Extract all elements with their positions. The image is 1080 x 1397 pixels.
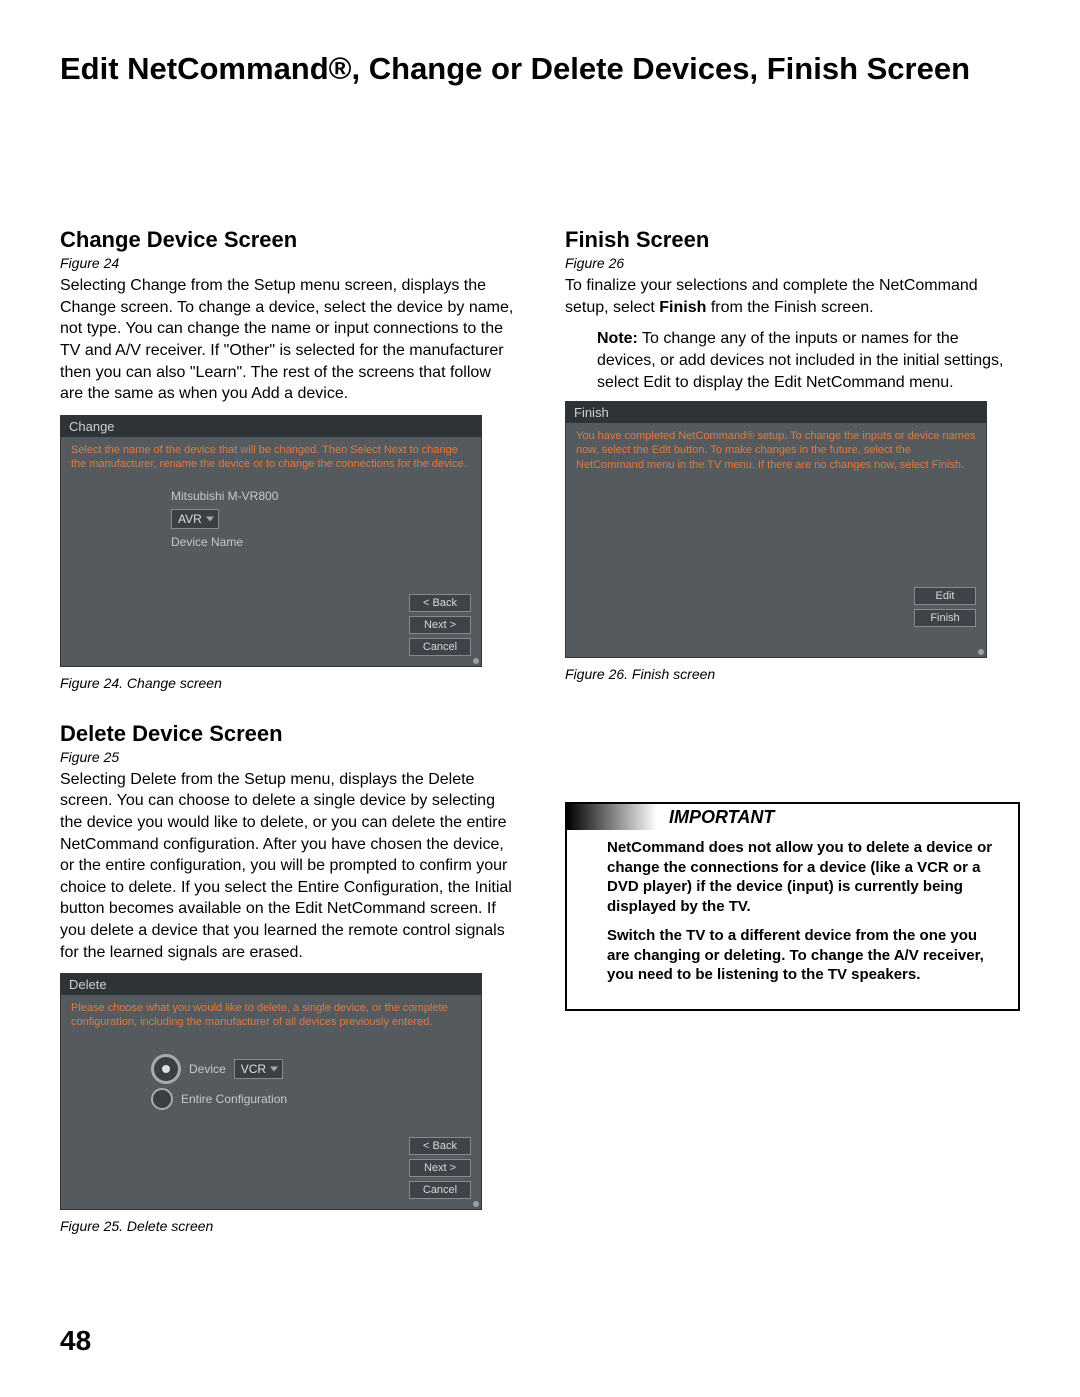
- radio-device[interactable]: [151, 1054, 181, 1084]
- finish-body: To finalize your selections and complete…: [565, 275, 1020, 318]
- change-cancel-button[interactable]: Cancel: [409, 638, 471, 656]
- change-shot-row1: Mitsubishi M-VR800: [171, 489, 471, 503]
- change-shot-row2: Device Name: [171, 535, 471, 549]
- delete-back-button[interactable]: < Back: [409, 1137, 471, 1155]
- change-screenshot: Change Select the name of the device tha…: [60, 415, 482, 667]
- left-column: Change Device Screen Figure 24 Selecting…: [60, 227, 515, 1264]
- page-number: 48: [60, 1325, 91, 1357]
- finish-caption: Figure 26. Finish screen: [565, 666, 1020, 682]
- device-option-label: Device: [189, 1062, 226, 1076]
- important-gradient: [567, 804, 657, 830]
- delete-caption: Figure 25. Delete screen: [60, 1218, 515, 1234]
- finish-shot-title: Finish: [566, 402, 986, 423]
- radio-entire-config[interactable]: [151, 1088, 173, 1110]
- important-p2: Switch the TV to a different device from…: [607, 926, 1002, 985]
- delete-fig-ref: Figure 25: [60, 749, 515, 765]
- delete-next-button[interactable]: Next >: [409, 1159, 471, 1177]
- change-shot-instr: Select the name of the device that will …: [71, 443, 471, 472]
- finish-fig-ref: Figure 26: [565, 255, 1020, 271]
- delete-shot-title: Delete: [61, 974, 481, 995]
- change-body: Selecting Change from the Setup menu scr…: [60, 275, 515, 405]
- important-p1: NetCommand does not allow you to delete …: [607, 838, 1002, 916]
- finish-screenshot: Finish You have completed NetCommand® se…: [565, 401, 987, 658]
- important-box: IMPORTANT NetCommand does not allow you …: [565, 802, 1020, 1011]
- delete-heading: Delete Device Screen: [60, 721, 515, 747]
- change-fig-ref: Figure 24: [60, 255, 515, 271]
- important-title: IMPORTANT: [657, 807, 774, 828]
- finish-shot-instr: You have completed NetCommand® setup. To…: [576, 429, 976, 472]
- finish-finish-button[interactable]: Finish: [914, 609, 976, 627]
- finish-heading: Finish Screen: [565, 227, 1020, 253]
- delete-body: Selecting Delete from the Setup menu, di…: [60, 769, 515, 963]
- right-column: Finish Screen Figure 26 To finalize your…: [565, 227, 1020, 1264]
- delete-screenshot: Delete Please choose what you would like…: [60, 973, 482, 1210]
- delete-cancel-button[interactable]: Cancel: [409, 1181, 471, 1199]
- change-caption: Figure 24. Change screen: [60, 675, 515, 691]
- delete-shot-instr: Please choose what you would like to del…: [71, 1001, 471, 1030]
- change-heading: Change Device Screen: [60, 227, 515, 253]
- change-back-button[interactable]: < Back: [409, 594, 471, 612]
- finish-edit-button[interactable]: Edit: [914, 587, 976, 605]
- device-option-dropdown[interactable]: VCR: [234, 1059, 283, 1079]
- finish-note: Note: To change any of the inputs or nam…: [597, 328, 1020, 393]
- entire-config-label: Entire Configuration: [181, 1092, 287, 1106]
- page-title: Edit NetCommand®, Change or Delete Devic…: [60, 50, 1020, 87]
- change-shot-title: Change: [61, 416, 481, 437]
- change-next-button[interactable]: Next >: [409, 616, 471, 634]
- change-shot-dropdown[interactable]: AVR: [171, 509, 219, 529]
